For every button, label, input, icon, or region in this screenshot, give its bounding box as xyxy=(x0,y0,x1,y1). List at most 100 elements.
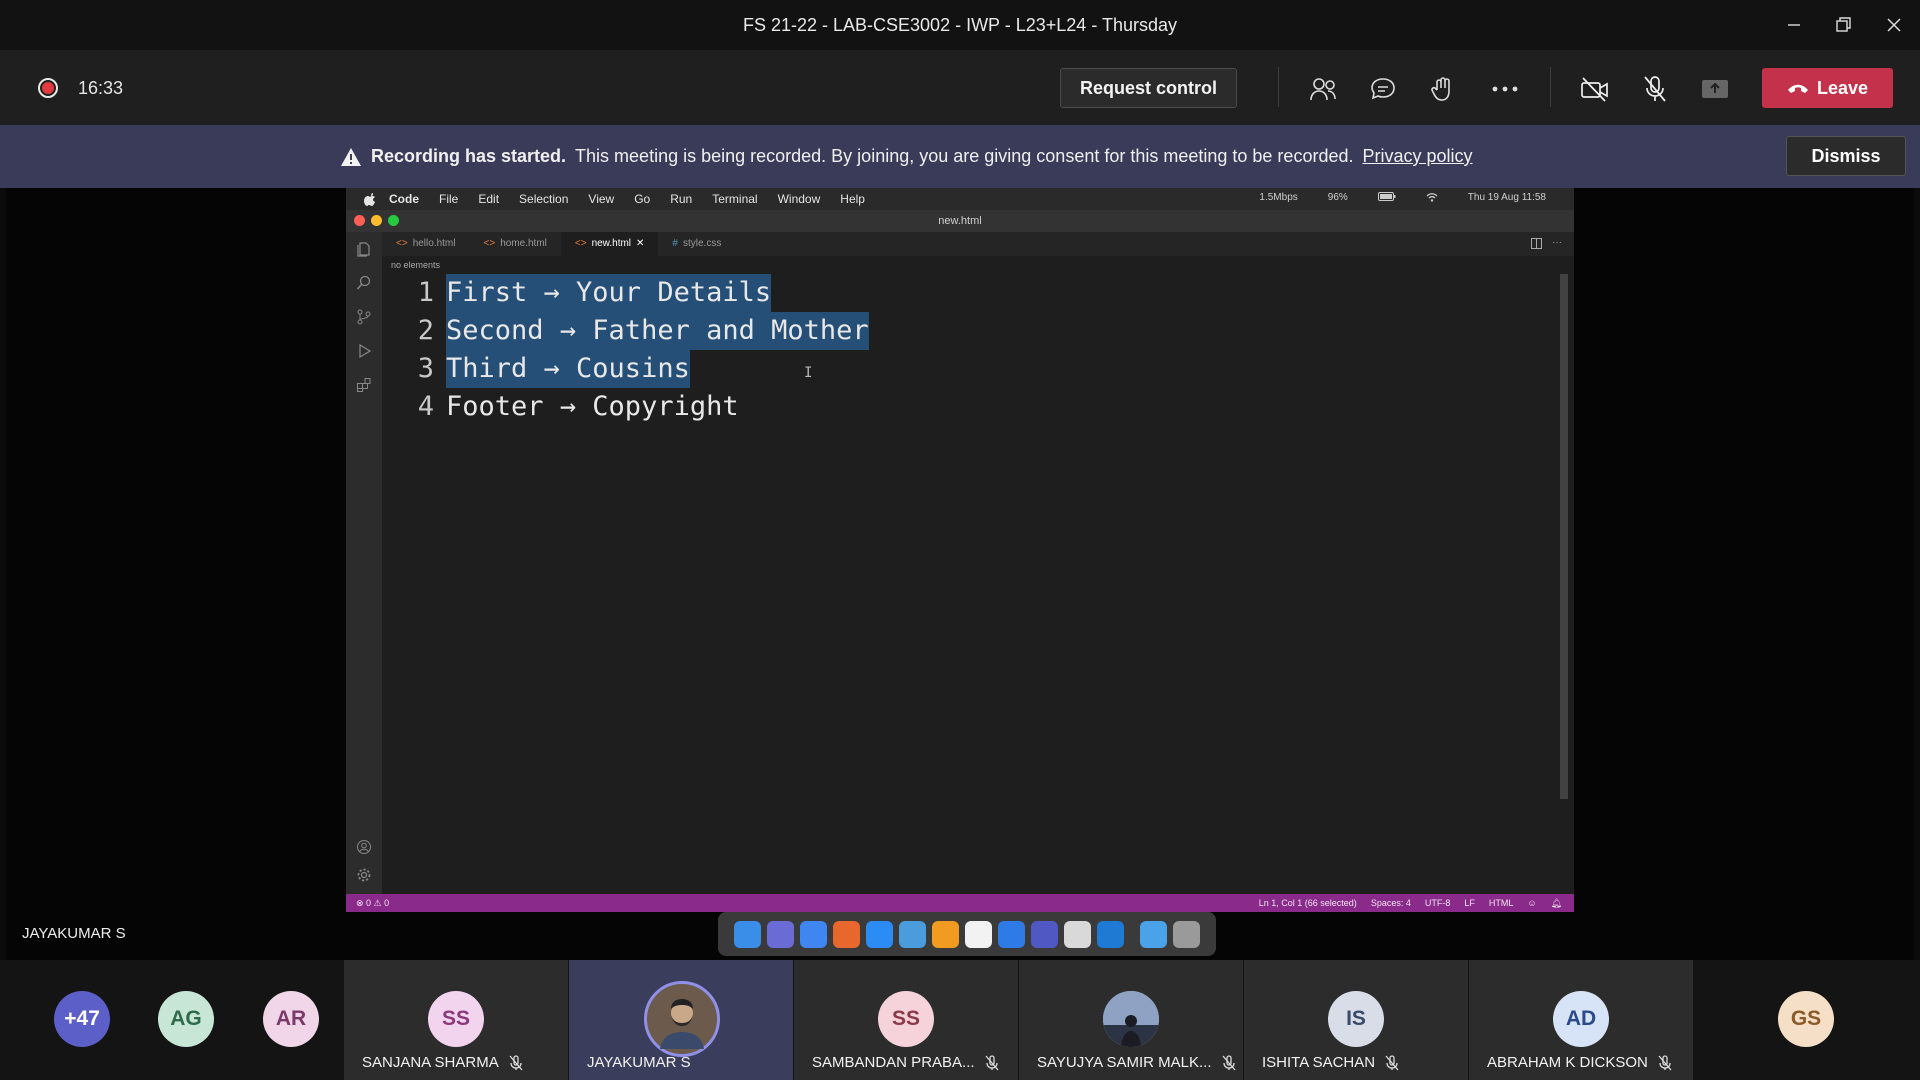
menu-selection[interactable]: Selection xyxy=(519,192,568,206)
menu-code[interactable]: Code xyxy=(389,192,419,206)
line-number: 2 xyxy=(417,315,434,346)
menu-terminal[interactable]: Terminal xyxy=(712,192,757,206)
request-control-button[interactable]: Request control xyxy=(1060,68,1237,108)
avatar xyxy=(1103,991,1159,1047)
avatar[interactable]: GS xyxy=(1778,991,1834,1047)
camera-off-icon[interactable] xyxy=(1576,70,1614,108)
avatar[interactable]: AR xyxy=(263,991,319,1047)
encoding[interactable]: UTF-8 xyxy=(1425,898,1451,909)
share-screen-icon[interactable] xyxy=(1696,70,1734,108)
menu-window[interactable]: Window xyxy=(778,192,821,206)
mac-status-area: 1.5Mbps 96% Thu 19 Aug 11:58 xyxy=(1259,192,1566,203)
more-options-icon[interactable] xyxy=(1486,70,1524,108)
recording-banner: Recording has started. This meeting is b… xyxy=(0,125,1920,188)
code-text: Third → Cousins xyxy=(446,350,690,388)
minimize-icon[interactable] xyxy=(1776,8,1812,42)
code-editor[interactable]: 1 First → Your Details 2 Second → Father a… xyxy=(396,274,869,426)
slack-icon[interactable] xyxy=(1064,920,1091,948)
close-icon[interactable] xyxy=(1876,8,1912,42)
split-editor-icon[interactable] xyxy=(1531,238,1542,249)
menu-go[interactable]: Go xyxy=(634,192,650,206)
firefox-icon[interactable] xyxy=(833,920,860,948)
feedback-icon[interactable]: ☺ xyxy=(1527,898,1536,909)
mail-icon[interactable] xyxy=(800,920,827,948)
chat-icon[interactable] xyxy=(1364,70,1402,108)
menu-view[interactable]: View xyxy=(588,192,614,206)
restore-icon[interactable] xyxy=(1826,8,1862,42)
mac-minimize-icon[interactable] xyxy=(371,215,382,226)
vscode-icon[interactable] xyxy=(1097,920,1124,948)
notion-icon[interactable] xyxy=(965,920,992,948)
teams-icon[interactable] xyxy=(1031,920,1058,948)
participant-name: JAYAKUMAR S xyxy=(587,1054,691,1071)
notifications-icon[interactable]: 🔔︎ xyxy=(1551,898,1562,909)
mac-close-icon[interactable] xyxy=(354,215,365,226)
messages-icon[interactable] xyxy=(899,920,926,948)
todo-icon[interactable] xyxy=(998,920,1025,948)
dismiss-button[interactable]: Dismiss xyxy=(1786,136,1906,176)
code-line: 3 Third → Cousins xyxy=(396,350,869,388)
more-actions-icon[interactable]: ··· xyxy=(1552,238,1562,249)
tab-style-css[interactable]: # style.css xyxy=(658,232,735,256)
indentation[interactable]: Spaces: 4 xyxy=(1371,898,1411,909)
tab-label: home.html xyxy=(500,238,547,249)
overflow-participants-button[interactable]: +47 xyxy=(54,991,110,1047)
menu-help[interactable]: Help xyxy=(840,192,865,206)
mac-dock xyxy=(718,912,1216,956)
cursor-position[interactable]: Ln 1, Col 1 (66 selected) xyxy=(1259,898,1357,909)
tab-label: hello.html xyxy=(412,238,456,249)
tab-hello-html[interactable]: <> hello.html xyxy=(382,232,470,256)
safari-icon[interactable] xyxy=(866,920,893,948)
raise-hand-icon[interactable] xyxy=(1424,70,1462,108)
leave-label: Leave xyxy=(1816,77,1869,98)
folder-icon[interactable] xyxy=(1140,920,1167,948)
settings-gear-icon[interactable] xyxy=(346,858,382,892)
launchpad-icon[interactable] xyxy=(767,920,794,948)
menu-edit[interactable]: Edit xyxy=(478,192,499,206)
participant-name-label: ABRAHAM K DICKSON xyxy=(1487,1054,1648,1071)
wifi-icon xyxy=(1426,192,1438,203)
line-number: 3 xyxy=(417,353,434,384)
people-icon[interactable] xyxy=(1304,70,1342,108)
close-tab-icon[interactable]: ✕ xyxy=(636,232,644,256)
tab-home-html[interactable]: <> home.html xyxy=(470,232,561,256)
finder-icon[interactable] xyxy=(734,920,761,948)
meeting-toolbar xyxy=(0,50,1920,125)
phone-hangup-icon xyxy=(1787,84,1808,93)
problems-count[interactable]: ⊗ 0 ⚠ 0 xyxy=(356,898,389,909)
line-ending[interactable]: LF xyxy=(1464,898,1475,909)
line-number: 1 xyxy=(417,277,434,308)
window-title: FS 21-22 - LAB-CSE3002 - IWP - L23+L24 -… xyxy=(742,15,1178,35)
explorer-icon[interactable] xyxy=(346,232,382,266)
avatar: SS xyxy=(428,991,484,1047)
code-line: 4 Footer → Copyright xyxy=(396,388,869,426)
participant-name: SAYUJYA SAMIR MALK... xyxy=(1037,1054,1236,1071)
mic-off-icon[interactable] xyxy=(1636,70,1674,108)
avatar: IS xyxy=(1328,991,1384,1047)
editor-actions: ··· xyxy=(1531,238,1562,249)
vscode-window-title: new.html xyxy=(346,210,1574,232)
run-debug-icon[interactable] xyxy=(346,334,382,368)
mac-zoom-icon[interactable] xyxy=(388,215,399,226)
editor-scrollbar[interactable] xyxy=(1560,274,1568,799)
tab-new-html[interactable]: <> new.html ✕ xyxy=(560,232,659,256)
banner-heading: Recording has started. xyxy=(371,146,567,166)
mic-off-icon xyxy=(985,1054,999,1071)
profile-photo xyxy=(1103,991,1159,1047)
toolbar-divider xyxy=(1550,67,1551,107)
leave-button[interactable]: Leave xyxy=(1762,68,1893,108)
avatar[interactable]: AG xyxy=(158,991,214,1047)
participant-name-label: SAYUJYA SAMIR MALK... xyxy=(1037,1054,1212,1071)
menu-run[interactable]: Run xyxy=(670,192,692,206)
trash-icon[interactable] xyxy=(1173,920,1200,948)
battery-icon xyxy=(1377,192,1396,203)
tab-label: new.html xyxy=(591,238,632,249)
participant-name: SAMBANDAN PRABA... xyxy=(812,1054,999,1071)
search-icon[interactable] xyxy=(346,266,382,300)
privacy-policy-link[interactable]: Privacy policy xyxy=(1362,146,1472,167)
language-mode[interactable]: HTML xyxy=(1489,898,1514,909)
books-icon[interactable] xyxy=(932,920,959,948)
extensions-icon[interactable] xyxy=(346,368,382,402)
source-control-icon[interactable] xyxy=(346,300,382,334)
menu-file[interactable]: File xyxy=(439,192,458,206)
